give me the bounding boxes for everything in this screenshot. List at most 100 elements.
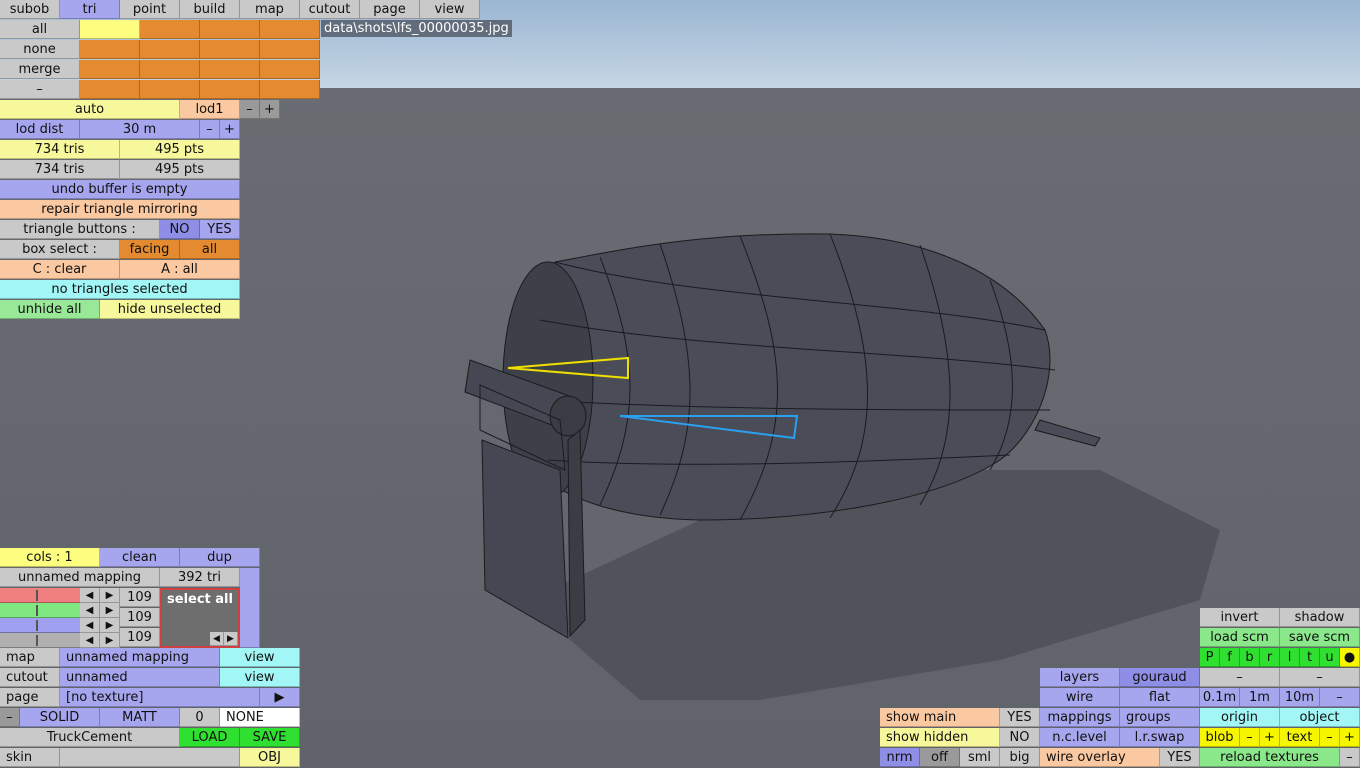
view-p-button[interactable]: P (1200, 648, 1220, 667)
wire-overlay-label[interactable]: wire overlay (1040, 748, 1160, 767)
reload-textures-button[interactable]: reload textures (1200, 748, 1340, 767)
tab-cutout[interactable]: cutout (300, 0, 360, 19)
material-minus-button[interactable]: – (0, 708, 20, 727)
alpha-left-arrow[interactable]: ◀ (80, 633, 100, 648)
sml-button[interactable]: sml (960, 748, 1000, 767)
grid-10m-button[interactable]: 10m (1280, 688, 1320, 707)
layers-button[interactable]: layers (1040, 668, 1120, 687)
group-swatch-3[interactable] (200, 20, 260, 39)
tab-view[interactable]: view (420, 0, 480, 19)
model-name[interactable]: TruckCement (0, 728, 180, 747)
mappings-button[interactable]: mappings (1040, 708, 1120, 727)
lod-dist-minus-button[interactable]: – (200, 120, 220, 139)
group-swatch-5[interactable] (80, 40, 140, 59)
texture-prev-arrow[interactable]: ◀ (210, 632, 224, 646)
cols-button[interactable]: cols : 1 (0, 548, 100, 567)
undo-status[interactable]: undo buffer is empty (0, 180, 240, 199)
lr-swap-button[interactable]: l.r.swap (1120, 728, 1200, 747)
texture-next-arrow[interactable]: ▶ (224, 632, 238, 646)
box-select-facing[interactable]: facing (120, 240, 180, 259)
alpha-right-arrow[interactable]: ▶ (100, 633, 120, 648)
nc-level-button[interactable]: n.c.level (1040, 728, 1120, 747)
flat-button[interactable]: flat (1120, 688, 1200, 707)
view-t-button[interactable]: t (1300, 648, 1320, 667)
group-swatch-4[interactable] (260, 20, 320, 39)
blue-channel-slider[interactable] (0, 618, 80, 633)
tab-point[interactable]: point (120, 0, 180, 19)
group-swatch-14[interactable] (140, 80, 200, 99)
red-channel-slider[interactable] (0, 588, 80, 603)
wire-overlay-value[interactable]: YES (1160, 748, 1200, 767)
text-button[interactable]: text (1280, 728, 1320, 747)
show-main-value[interactable]: YES (1000, 708, 1040, 727)
origin-button[interactable]: origin (1200, 708, 1280, 727)
blue-right-arrow[interactable]: ▶ (100, 618, 120, 633)
unhide-all-button[interactable]: unhide all (0, 300, 100, 319)
red-left-arrow[interactable]: ◀ (80, 588, 100, 603)
group-swatch-10[interactable] (140, 60, 200, 79)
lod-dist-plus-button[interactable]: + (220, 120, 240, 139)
page-name[interactable]: [no texture] (60, 688, 260, 707)
group-swatch-8[interactable] (260, 40, 320, 59)
group-swatch-15[interactable] (200, 80, 260, 99)
view-f-button[interactable]: f (1220, 648, 1240, 667)
view-r-button[interactable]: r (1260, 648, 1280, 667)
skin-field[interactable] (60, 748, 240, 767)
alpha-channel-slider[interactable] (0, 633, 80, 648)
lod-minus-button[interactable]: – (240, 100, 260, 119)
blob-plus-button[interactable]: + (1260, 728, 1280, 747)
group-swatch-13[interactable] (80, 80, 140, 99)
view-l-button[interactable]: l (1280, 648, 1300, 667)
view-u-button[interactable]: u (1320, 648, 1340, 667)
red-right-arrow[interactable]: ▶ (100, 588, 120, 603)
select-none-button[interactable]: none (0, 40, 80, 59)
mapping-name[interactable]: unnamed mapping (0, 568, 160, 587)
save-scm-button[interactable]: save scm (1280, 628, 1360, 647)
right-minus-2[interactable]: – (1280, 668, 1360, 687)
blob-button[interactable]: blob (1200, 728, 1240, 747)
show-hidden-value[interactable]: NO (1000, 728, 1040, 747)
map-view-button[interactable]: view (220, 648, 300, 667)
solid-button[interactable]: SOLID (20, 708, 100, 727)
wire-button[interactable]: wire (1040, 688, 1120, 707)
reload-minus-button[interactable]: – (1340, 748, 1360, 767)
lod-plus-button[interactable]: + (260, 100, 280, 119)
lod-level-button[interactable]: lod1 (180, 100, 240, 119)
text-minus-button[interactable]: – (1320, 728, 1340, 747)
repair-mirroring-button[interactable]: repair triangle mirroring (0, 200, 240, 219)
cutout-name[interactable]: unnamed (60, 668, 220, 687)
grid-01m-button[interactable]: 0.1m (1200, 688, 1240, 707)
load-button[interactable]: LOAD (180, 728, 240, 747)
group-swatch-2[interactable] (140, 20, 200, 39)
groups-button[interactable]: groups (1120, 708, 1200, 727)
cutout-view-button[interactable]: view (220, 668, 300, 687)
obj-button[interactable]: OBJ (240, 748, 300, 767)
group-swatch-12[interactable] (260, 60, 320, 79)
matt-button[interactable]: MATT (100, 708, 180, 727)
gouraud-button[interactable]: gouraud (1120, 668, 1200, 687)
box-select-all[interactable]: all (180, 240, 240, 259)
mapping-scrollbar[interactable] (240, 568, 260, 648)
big-button[interactable]: big (1000, 748, 1040, 767)
dup-button[interactable]: dup (180, 548, 260, 567)
group-swatch-6[interactable] (140, 40, 200, 59)
hide-unselected-button[interactable]: hide unselected (100, 300, 240, 319)
load-scm-button[interactable]: load scm (1200, 628, 1280, 647)
right-minus-1[interactable]: – (1200, 668, 1280, 687)
green-left-arrow[interactable]: ◀ (80, 603, 100, 618)
group-swatch-16[interactable] (260, 80, 320, 99)
tab-map[interactable]: map (240, 0, 300, 19)
tab-tri[interactable]: tri (60, 0, 120, 19)
clear-button[interactable]: C : clear (0, 260, 120, 279)
tab-build[interactable]: build (180, 0, 240, 19)
material-none-field[interactable]: NONE (220, 708, 300, 727)
invert-button[interactable]: invert (1200, 608, 1280, 627)
group-swatch-7[interactable] (200, 40, 260, 59)
view-dot-button[interactable]: ● (1340, 648, 1360, 667)
minus-button[interactable]: – (0, 80, 80, 99)
off-button[interactable]: off (920, 748, 960, 767)
tab-page[interactable]: page (360, 0, 420, 19)
page-next-arrow[interactable]: ▶ (260, 688, 300, 707)
group-swatch-9[interactable] (80, 60, 140, 79)
show-main-label[interactable]: show main (880, 708, 1000, 727)
